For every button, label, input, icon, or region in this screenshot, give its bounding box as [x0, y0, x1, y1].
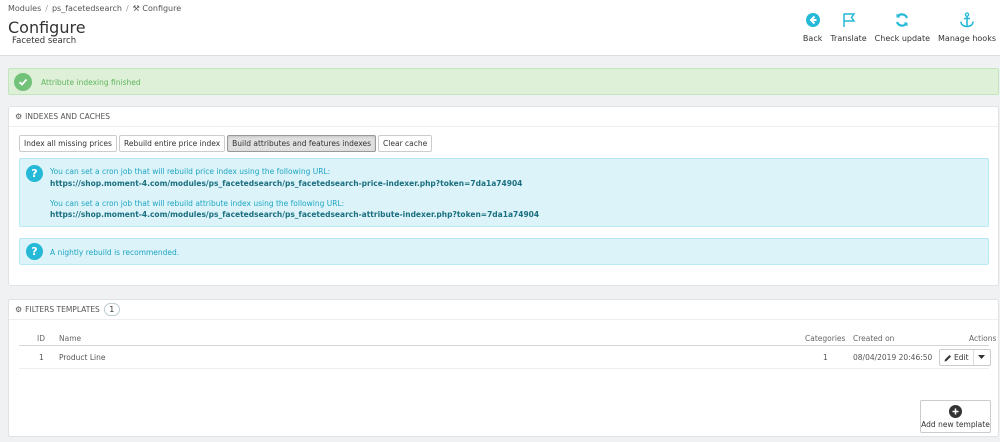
wrench-icon: ⚒ [132, 4, 140, 13]
nightly-text: A nightly rebuild is recommended. [50, 248, 180, 257]
translate-label: Translate [830, 34, 867, 43]
add-new-template-label: Add new template [921, 419, 990, 429]
question-circle-icon: ? [26, 243, 43, 260]
col-name: Name [59, 334, 82, 343]
page-title: Configure [8, 18, 86, 37]
edit-button-group: Edit [939, 349, 991, 366]
check-circle-icon [14, 73, 32, 91]
col-categories: Categories [805, 334, 846, 343]
back-label: Back [802, 34, 823, 43]
translate-button[interactable]: Translate [826, 12, 870, 48]
add-new-template-button[interactable]: Add new template [920, 400, 991, 433]
indexes-panel: ⚙ Indexes and caches Index all missing p… [8, 106, 999, 286]
cogs-icon: ⚙ [15, 305, 23, 314]
edit-label: Edit [954, 353, 969, 362]
price-cron-text: You can set a cron job that will rebuild… [50, 167, 331, 176]
manage-hooks-button[interactable]: Manage hooks [934, 12, 1000, 48]
breadcrumb: Modules / ps_facetedsearch / ⚒ Configure [8, 4, 182, 13]
caret-down-icon [978, 355, 986, 359]
templates-heading-text: Filters templates [25, 305, 100, 314]
templates-panel: ⚙ Filters templates 1 ID Name Categories… [8, 299, 999, 437]
table-header: ID Name Categories Created on Actions [19, 332, 996, 346]
index-missing-prices-button[interactable]: Index all missing prices [19, 135, 117, 152]
anchor-icon [960, 12, 974, 28]
page-subtitle: Faceted search [12, 36, 77, 46]
back-arrow-circle-icon [805, 13, 820, 27]
row-categories: 1 [823, 353, 828, 362]
row-id: 1 [39, 353, 44, 362]
page-header: Modules / ps_facetedsearch / ⚒ Configure Con… [0, 0, 1000, 56]
indexes-heading-text: Indexes and caches [25, 112, 111, 121]
flag-icon [842, 13, 855, 27]
templates-panel-heading: ⚙ Filters templates 1 [9, 300, 998, 320]
manage-hooks-label: Manage hooks [938, 34, 996, 43]
col-actions: Actions [969, 334, 997, 343]
price-cron-url[interactable]: https://shop.moment-4.com/modules/ps_fac… [50, 179, 522, 188]
nightly-info-alert: ? A nightly rebuild is recommended. [19, 238, 989, 265]
breadcrumb-module[interactable]: ps_facetedsearch [52, 4, 122, 13]
indexes-panel-heading: ⚙ Indexes and caches [9, 107, 998, 127]
cogs-icon: ⚙ [15, 112, 23, 121]
clear-cache-button[interactable]: Clear cache [378, 135, 433, 152]
index-button-group: Index all missing prices Rebuild entire … [19, 135, 434, 152]
table-row: 1 Product Line 1 08/04/2019 20:46:50 Edi… [19, 347, 991, 369]
templates-count-badge: 1 [103, 303, 120, 316]
attribute-cron-url[interactable]: https://shop.moment-4.com/modules/ps_fac… [50, 210, 539, 219]
row-created: 08/04/2019 20:46:50 [853, 353, 933, 362]
breadcrumb-current: Configure [142, 4, 182, 13]
edit-dropdown-toggle[interactable] [974, 350, 990, 365]
edit-button[interactable]: Edit [940, 350, 974, 365]
row-name: Product Line [59, 353, 106, 362]
check-update-button[interactable]: Check update [871, 12, 934, 48]
check-update-label: Check update [874, 34, 931, 43]
pencil-icon [944, 354, 951, 361]
back-button[interactable]: Back [799, 12, 826, 48]
col-id: ID [37, 334, 45, 343]
plus-circle-icon [949, 404, 962, 418]
build-attribute-indexes-button[interactable]: Build attributes and features indexes [227, 135, 377, 152]
breadcrumb-modules[interactable]: Modules [8, 4, 41, 13]
question-circle-icon: ? [26, 165, 43, 182]
toolbar: Back Translate Check update Manage hooks [799, 12, 1000, 48]
col-created: Created on [853, 334, 895, 343]
refresh-icon [896, 13, 909, 27]
attribute-cron-text: You can set a cron job that will rebuild… [50, 199, 345, 208]
success-alert: Attribute indexing finished [8, 68, 999, 95]
cron-info-alert: ? You can set a cron job that will rebui… [19, 158, 989, 227]
alert-text: Attribute indexing finished [41, 78, 141, 87]
rebuild-price-index-button[interactable]: Rebuild entire price index [118, 135, 226, 152]
